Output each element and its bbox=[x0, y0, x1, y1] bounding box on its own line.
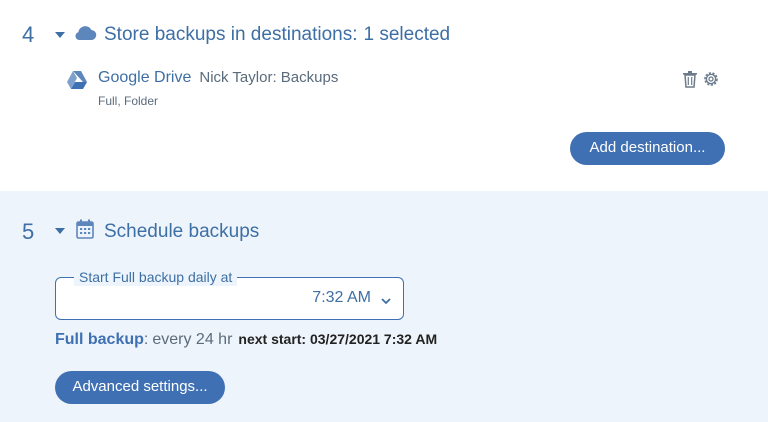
trash-icon[interactable] bbox=[682, 70, 698, 93]
section-title: Schedule backups bbox=[104, 221, 260, 242]
step-number: 5 bbox=[22, 219, 35, 244]
destinations-section: 4 Store backups in destinations: 1 select… bbox=[0, 0, 768, 191]
chevron-down-icon bbox=[381, 292, 391, 310]
google-drive-icon bbox=[66, 70, 88, 95]
summary-label[interactable]: Full backup bbox=[55, 331, 144, 348]
selected-count: 1 selected bbox=[363, 24, 451, 45]
schedule-section: 5 Schedule backups Start Full backup dai… bbox=[0, 191, 768, 422]
destination-item[interactable]: Google Drive Nick Taylor: Backups Full, F… bbox=[66, 68, 726, 112]
cloud-icon bbox=[73, 24, 97, 47]
next-start-text: next start: 03/27/2021 7:32 AM bbox=[238, 331, 438, 347]
destination-account: Nick Taylor: Backups bbox=[199, 69, 339, 86]
collapse-caret-icon[interactable] bbox=[55, 32, 65, 38]
calendar-icon bbox=[76, 219, 94, 244]
summary-colon: : bbox=[143, 331, 149, 348]
start-time-label: Start Full backup daily at bbox=[74, 268, 238, 286]
start-time-value: 7:32 AM bbox=[312, 289, 371, 306]
section-title: Store backups in destinations: 1 selected bbox=[104, 24, 450, 46]
destination-title: Google Drive Nick Taylor: Backups bbox=[98, 69, 338, 87]
collapse-caret-icon[interactable] bbox=[55, 228, 65, 234]
backup-summary: Full backup: every 24 hr next start: 03/27… bbox=[55, 331, 437, 349]
step-number: 4 bbox=[22, 22, 35, 47]
summary-interval: every 24 hr bbox=[152, 331, 233, 348]
add-destination-button[interactable]: Add destination... bbox=[570, 132, 725, 165]
advanced-settings-button[interactable]: Advanced settings... bbox=[55, 371, 225, 404]
destination-provider: Google Drive bbox=[98, 69, 192, 86]
gear-icon[interactable] bbox=[702, 70, 720, 93]
start-time-select[interactable]: Start Full backup daily at 7:32 AM bbox=[55, 268, 404, 320]
destination-details: Full, Folder bbox=[98, 94, 159, 108]
section-title-text: Store backups in destinations: bbox=[104, 24, 358, 45]
